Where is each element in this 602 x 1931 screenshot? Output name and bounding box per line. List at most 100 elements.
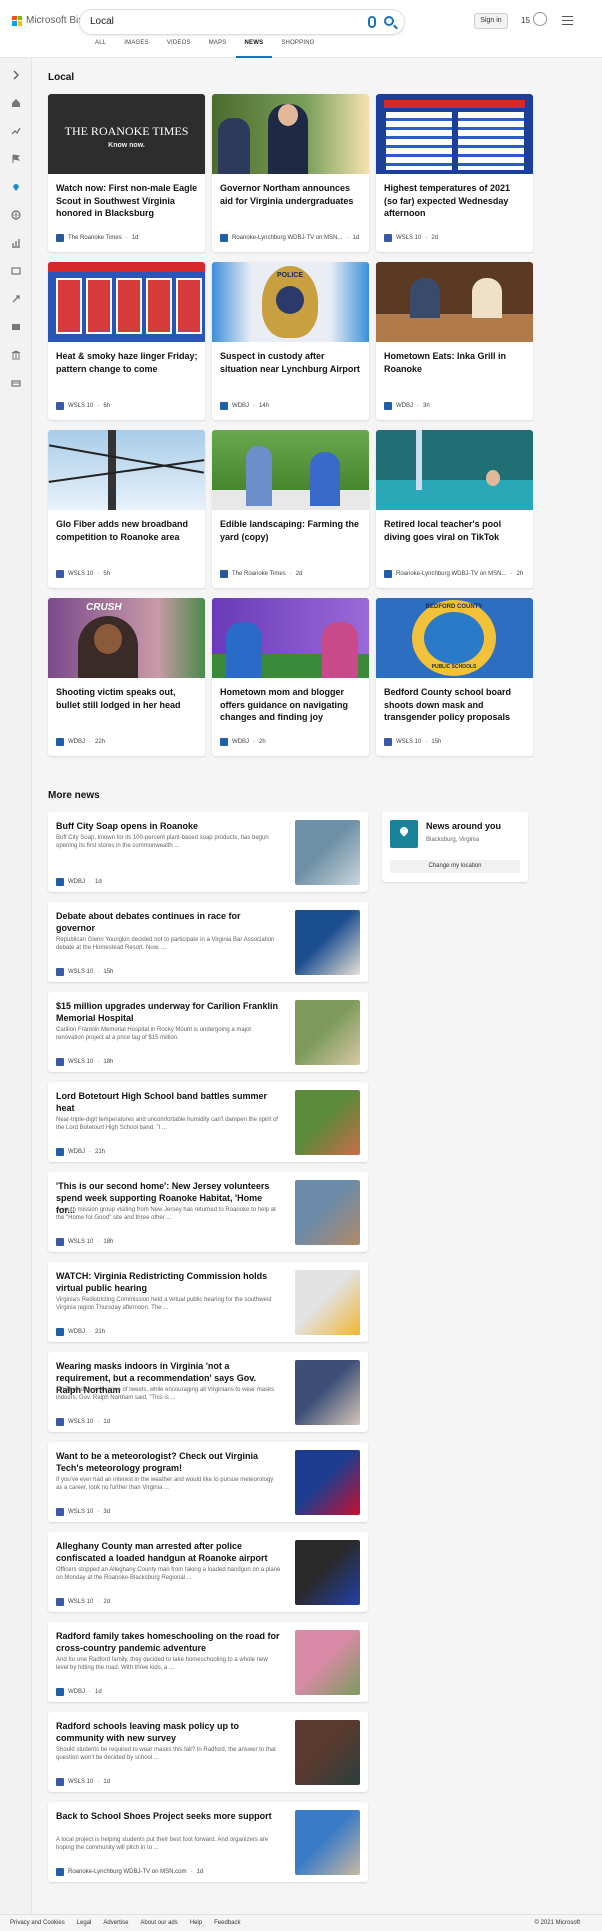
card-title[interactable]: Hometown Eats: Inka Grill in Roanoke [384,350,526,375]
tab-maps[interactable]: MAPS [200,40,236,58]
card-title[interactable]: Edible landscaping: Farming the yard (co… [220,518,362,543]
news-title[interactable]: Radford schools leaving mask policy up t… [56,1720,281,1744]
location-pin-icon[interactable] [11,182,21,192]
news-thumbnail[interactable] [295,820,360,885]
news-list-item[interactable]: Want to be a meteorologist? Check out Vi… [48,1442,368,1522]
publisher-name[interactable]: WDBJ [68,1149,85,1155]
publisher-name[interactable]: WSLS 10 [68,1509,93,1515]
card-image[interactable]: POLICE [212,262,369,342]
flag-icon[interactable] [11,154,21,164]
publisher-name[interactable]: WDBJ [68,1329,85,1335]
card-image[interactable] [212,598,369,678]
footer-link[interactable]: About our ads [140,1920,177,1926]
tab-videos[interactable]: VIDEOS [158,40,200,58]
local-news-card[interactable]: Heat & smoky haze linger Friday; pattern… [48,262,205,420]
publisher-name[interactable]: The Roanoke Times [68,235,122,241]
local-news-card[interactable]: Hometown Eats: Inka Grill in Roanoke WDBJ… [376,262,533,420]
change-location-button[interactable]: Change my location [390,860,520,873]
news-list-item[interactable]: Back to School Shoes Project seeks more … [48,1802,368,1882]
news-thumbnail[interactable] [295,1450,360,1515]
news-thumbnail[interactable] [295,1630,360,1695]
card-image[interactable] [212,430,369,510]
card-title[interactable]: Bedford County school board shoots down … [384,686,526,724]
news-title[interactable]: Debate about debates continues in race f… [56,910,281,934]
publisher-name[interactable]: WSLS 10 [68,1599,93,1605]
news-list-item[interactable]: Wearing masks indoors in Virginia 'not a… [48,1352,368,1432]
card-image[interactable] [48,262,205,342]
publisher-name[interactable]: WDBJ [232,403,249,409]
local-news-card[interactable]: Hometown mom and blogger offers guidance… [212,598,369,756]
search-box[interactable]: Local [80,10,404,34]
news-list-item[interactable]: Radford schools leaving mask policy up t… [48,1712,368,1792]
publisher-name[interactable]: WSLS 10 [68,1239,93,1245]
news-title[interactable]: Radford family takes homeschooling on th… [56,1630,281,1654]
publisher-name[interactable]: Roanoke-Lynchburg WDBJ-TV on MSN.com [68,1869,187,1875]
publisher-name[interactable]: Roanoke-Lynchburg WDBJ-TV on MSN... [232,235,342,241]
tab-news[interactable]: NEWS [235,40,273,58]
money-icon[interactable] [11,378,21,388]
publisher-name[interactable]: WSLS 10 [68,969,93,975]
publisher-name[interactable]: WSLS 10 [68,571,93,577]
news-thumbnail[interactable] [295,1000,360,1065]
card-title[interactable]: Retired local teacher's pool diving goes… [384,518,526,543]
publisher-name[interactable]: WSLS 10 [396,235,421,241]
card-image[interactable]: THE ROANOKE TIMES Know now. [48,94,205,174]
card-title[interactable]: Governor Northam announces aid for Virgi… [220,182,362,207]
news-thumbnail[interactable] [295,1270,360,1335]
search-input[interactable]: Local [90,16,114,27]
news-thumbnail[interactable] [295,1540,360,1605]
local-news-card[interactable]: Glo Fiber adds new broadband competition… [48,430,205,588]
sports-icon[interactable] [11,294,21,304]
news-title[interactable]: Back to School Shoes Project seeks more … [56,1810,281,1822]
news-title[interactable]: Want to be a meteorologist? Check out Vi… [56,1450,281,1474]
news-thumbnail[interactable] [295,910,360,975]
globe-icon[interactable] [11,210,21,220]
news-list-item[interactable]: Debate about debates continues in race f… [48,902,368,982]
card-title[interactable]: Hometown mom and blogger offers guidance… [220,686,362,724]
news-list-item[interactable]: $15 million upgrades underway for Carili… [48,992,368,1072]
card-image[interactable]: BEDFORD COUNTY PUBLIC SCHOOLS [376,598,533,678]
card-title[interactable]: Glo Fiber adds new broadband competition… [56,518,198,543]
card-title[interactable]: Watch now: First non-male Eagle Scout in… [56,182,198,220]
publisher-name[interactable]: WDBJ [68,1689,85,1695]
news-list-item[interactable]: Radford family takes homeschooling on th… [48,1622,368,1702]
rewards-medal-icon[interactable] [533,12,547,26]
news-list-item[interactable]: WATCH: Virginia Redistricting Commission… [48,1262,368,1342]
publisher-name[interactable]: Roanoke-Lynchburg WDBJ-TV on MSN... [396,571,506,577]
news-title[interactable]: $15 million upgrades underway for Carili… [56,1000,281,1024]
tab-all[interactable]: ALL [86,40,115,58]
tab-images[interactable]: IMAGES [115,40,158,58]
news-title[interactable]: WATCH: Virginia Redistricting Commission… [56,1270,281,1294]
publisher-name[interactable]: WSLS 10 [68,1419,93,1425]
card-title[interactable]: Suspect in custody after situation near … [220,350,362,375]
card-image[interactable] [212,94,369,174]
footer-link[interactable]: Privacy and Cookies [10,1920,65,1926]
publisher-name[interactable]: WDBJ [68,879,85,885]
local-news-card[interactable]: Highest temperatures of 2021 (so far) ex… [376,94,533,252]
footer-link[interactable]: Feedback [214,1920,240,1926]
local-news-card[interactable]: POLICE Suspect in custody after situation… [212,262,369,420]
card-title[interactable]: Heat & smoky haze linger Friday; pattern… [56,350,198,375]
local-news-card[interactable]: Governor Northam announces aid for Virgi… [212,94,369,252]
news-list-item[interactable]: Lord Botetourt High School band battles … [48,1082,368,1162]
publisher-name[interactable]: WDBJ [232,739,249,745]
business-chart-icon[interactable] [11,238,21,248]
card-image[interactable] [376,94,533,174]
trending-icon[interactable] [11,126,21,136]
news-title[interactable]: Alleghany County man arrested after poli… [56,1540,281,1564]
tv-icon[interactable] [11,322,21,332]
footer-link[interactable]: Legal [77,1920,92,1926]
entertainment-icon[interactable] [11,266,21,276]
hamburger-menu-icon[interactable] [562,16,573,25]
home-icon[interactable] [11,98,21,108]
card-image[interactable] [376,430,533,510]
rewards-points[interactable]: 15 [521,16,530,25]
card-title[interactable]: Highest temperatures of 2021 (so far) ex… [384,182,526,220]
local-news-card[interactable]: Edible landscaping: Farming the yard (co… [212,430,369,588]
local-news-card[interactable]: THE ROANOKE TIMES Know now. Watch now: Fir… [48,94,205,252]
news-list-item[interactable]: 'This is our second home': New Jersey vo… [48,1172,368,1252]
footer-link[interactable]: Advertise [103,1920,128,1926]
card-image[interactable]: CRUSH [48,598,205,678]
news-thumbnail[interactable] [295,1720,360,1785]
microphone-icon[interactable] [368,16,376,28]
